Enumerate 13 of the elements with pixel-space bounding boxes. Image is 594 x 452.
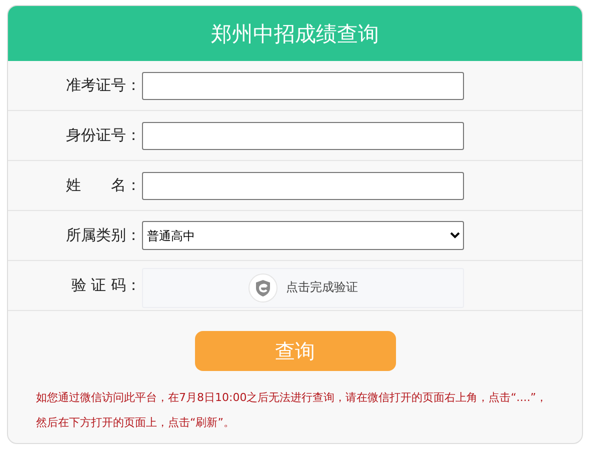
category-select[interactable]: 普通高中 (142, 221, 464, 250)
page-title: 郑州中招成绩查询 (8, 6, 582, 61)
field-label: 身份证号： (65, 126, 141, 145)
input-field[interactable] (142, 122, 464, 150)
field-label: 所属类别： (65, 226, 141, 245)
field-label: 姓 名： (65, 176, 141, 195)
input-field[interactable] (142, 72, 464, 100)
shield-icon (248, 272, 278, 302)
input-field[interactable] (142, 172, 464, 200)
captcha-button[interactable]: 点击完成验证 (142, 268, 464, 308)
field-label: 准考证号： (65, 76, 141, 95)
field-label: 验 证 码： (70, 276, 141, 295)
notice-text: 如您通过微信访问此平台，在7月8日10:00之后无法进行查询，请在微信打开的页面右上角，点击“....”，然后在下方打开的页面上，点击“刷新”。 (36, 390, 548, 431)
